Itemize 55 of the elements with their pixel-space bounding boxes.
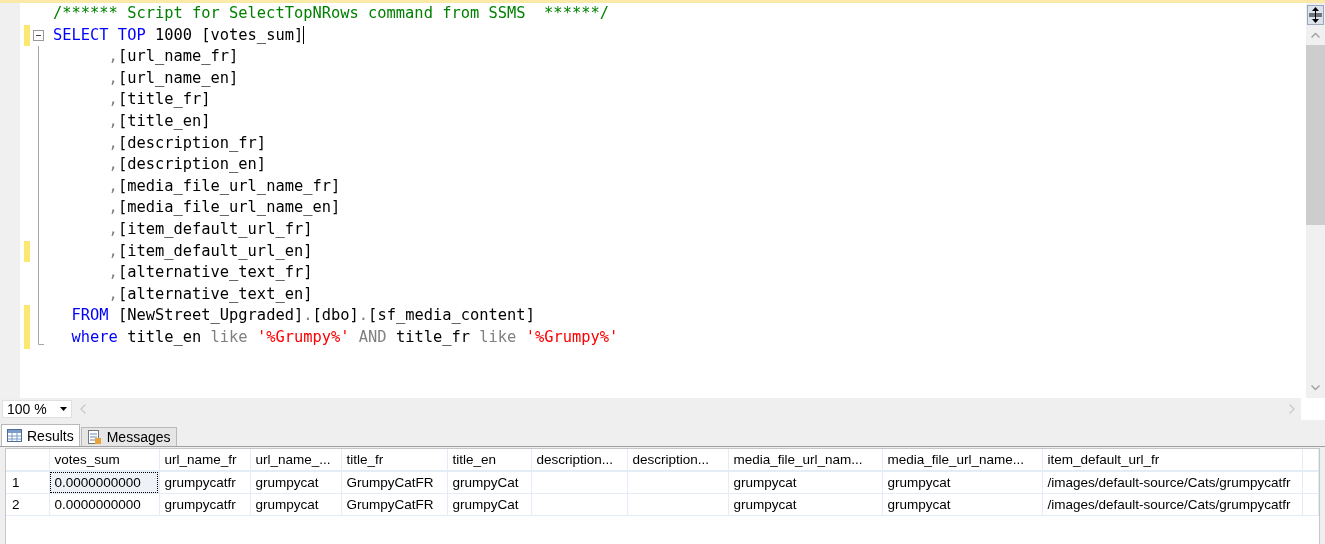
row-number[interactable]: 1 xyxy=(6,471,49,494)
scroll-thumb[interactable] xyxy=(1306,45,1325,225)
table-cell: GrumpyCatFR xyxy=(341,471,447,494)
column-header[interactable]: item_default_url_fr xyxy=(1042,449,1302,471)
scroll-left-icon[interactable] xyxy=(80,404,86,414)
zoom-dropdown[interactable]: 100 % xyxy=(2,400,72,418)
code-line: ,[url_name_fr] xyxy=(107,46,239,68)
code-line: ,[url_name_en] xyxy=(107,67,239,89)
column-header[interactable]: media_file_url_name... xyxy=(882,449,1042,471)
table-cell: grumpycat xyxy=(250,471,341,494)
code-line: ,[item_default_url_fr] xyxy=(107,218,313,240)
table-cell: grumpycatfr xyxy=(159,493,250,516)
grid-icon xyxy=(7,429,22,442)
table-cell: grumpycatfr xyxy=(159,471,250,494)
table-cell: grumpycat xyxy=(728,493,882,516)
code-line: ,[alternative_text_en] xyxy=(107,283,313,305)
scroll-right-icon[interactable] xyxy=(1289,404,1295,414)
code-line: ,[description_en] xyxy=(107,154,267,176)
code-line: ,[media_file_url_name_fr] xyxy=(107,175,341,197)
code-line: ,[media_file_url_name_en] xyxy=(107,197,341,219)
dropdown-arrow-icon xyxy=(60,407,67,411)
table-cell: grumpycat xyxy=(250,493,341,516)
code-line: ,[title_en] xyxy=(107,110,211,132)
table-cell: grumpycat xyxy=(882,493,1042,516)
document-icon xyxy=(86,429,102,445)
code-line: where title_en like '%Grumpy%' AND title_fr like '%Grumpy%' xyxy=(70,326,619,348)
table-cell: grumpycat xyxy=(882,471,1042,494)
results-tab[interactable]: Results xyxy=(1,424,80,446)
table-cell: /images/default-source/Cats/grumpycatfr xyxy=(1042,493,1302,516)
column-header[interactable]: url_name_... xyxy=(250,449,341,471)
code-line: SELECT TOP 1000 [votes_sum] xyxy=(53,24,305,47)
table-cell: GrumpyCatFR xyxy=(341,493,447,516)
table-cell: grumpycat xyxy=(728,471,882,494)
split-icon[interactable] xyxy=(1307,5,1324,25)
code-line: FROM [NewStreet_Upgraded].[dbo].[sf_media_content] xyxy=(70,305,535,327)
table-cell: 0.0000000000 xyxy=(49,493,159,516)
collapse-icon[interactable] xyxy=(33,29,44,41)
table-cell: /images/default-source/Cats/grumpycatfr xyxy=(1042,471,1302,494)
column-header[interactable]: title_en xyxy=(447,449,531,471)
column-header[interactable]: description... xyxy=(627,449,728,471)
table-cell: grumpyCat xyxy=(447,493,531,516)
code-line: /****** Script for SelectTopNRows command from SSMS ******/ xyxy=(53,3,609,24)
vertical-scrollbar[interactable] xyxy=(1306,3,1325,398)
column-header[interactable]: media_file_url_nam... xyxy=(728,449,882,471)
fold-end-line xyxy=(38,326,45,345)
table-cell: grumpyCat xyxy=(447,471,531,494)
column-header[interactable]: url_name_fr xyxy=(159,449,250,471)
code-line: ,[description_fr] xyxy=(107,132,267,154)
column-header[interactable]: title_fr xyxy=(341,449,447,471)
code-line: ,[title_fr] xyxy=(107,89,211,111)
row-number[interactable]: 2 xyxy=(6,493,49,516)
messages-tab[interactable]: Messages xyxy=(80,427,177,446)
column-header[interactable]: description... xyxy=(531,449,627,471)
code-line: ,[item_default_url_en] xyxy=(107,240,313,262)
code-line: ,[alternative_text_fr] xyxy=(107,262,313,284)
